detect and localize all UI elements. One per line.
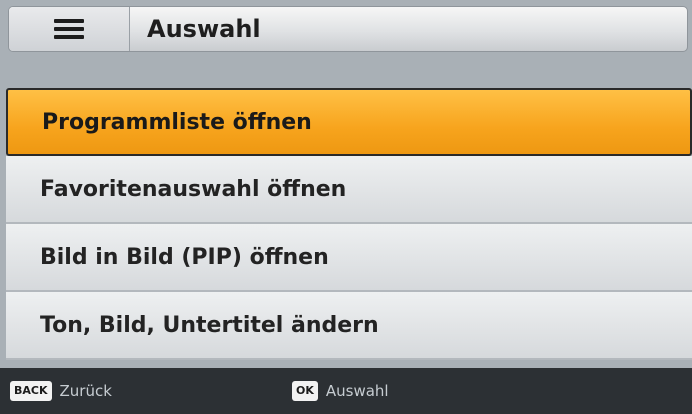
menu-item-bild-in-bild[interactable]: Bild in Bild (PIP) öffnen [6,224,692,292]
back-label: Zurück [59,382,112,400]
hamburger-icon [54,19,84,39]
back-hint[interactable]: BACK Zurück [10,368,112,414]
footer-bar: BACK Zurück OK Auswahl [0,368,692,414]
header-bar: Auswahl [8,6,688,52]
menu-button[interactable] [9,7,130,51]
tv-menu-screen: Auswahl Programmliste öffnen Favoritenau… [0,0,692,414]
ok-label: Auswahl [325,382,389,400]
back-key-icon: BACK [10,381,52,401]
page-title: Auswahl [147,15,261,43]
ok-hint[interactable]: OK Auswahl [292,368,389,414]
menu-list: Programmliste öffnen Favoritenauswahl öf… [6,88,692,360]
ok-key-icon: OK [292,381,318,401]
menu-item-favoritenauswahl[interactable]: Favoritenauswahl öffnen [6,156,692,224]
menu-item-programmliste[interactable]: Programmliste öffnen [6,88,692,156]
menu-item-ton-bild-untertitel[interactable]: Ton, Bild, Untertitel ändern [6,292,692,360]
